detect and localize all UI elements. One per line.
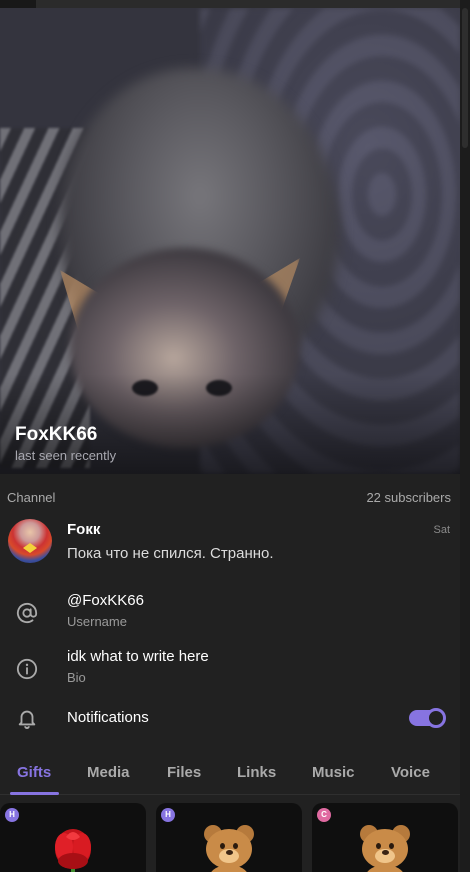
- subscriber-count: 22 subscribers: [366, 490, 451, 505]
- window-corner: [0, 0, 36, 8]
- channel-last-message: Пока что не спился. Странно.: [67, 545, 274, 562]
- bio-label: Bio: [67, 670, 86, 685]
- teddy-bear-icon: [198, 823, 260, 872]
- personal-channel-item[interactable]: Fокк Sat Пока что не спился. Странно.: [0, 512, 460, 574]
- active-tab-indicator: [10, 792, 59, 795]
- toggle-knob: [426, 708, 446, 728]
- gift-badge: H: [5, 808, 19, 822]
- username-row[interactable]: @FoxKK66 Username: [0, 588, 460, 638]
- username-value: @FoxKK66: [67, 592, 144, 609]
- tab-voice[interactable]: Voice: [391, 764, 430, 781]
- tab-music[interactable]: Music: [312, 764, 355, 781]
- at-icon: [16, 602, 38, 624]
- scrollbar[interactable]: [460, 0, 470, 872]
- rose-icon: [55, 829, 91, 872]
- notifications-row[interactable]: Notifications: [0, 697, 460, 739]
- channel-section-label: Channel: [7, 490, 56, 505]
- gift-badge: C: [317, 808, 331, 822]
- gift-card-rose[interactable]: H: [0, 803, 146, 872]
- tab-media[interactable]: Media: [87, 764, 130, 781]
- tab-links[interactable]: Links: [237, 764, 276, 781]
- bell-icon: [18, 710, 36, 729]
- window-top-bar: [0, 0, 470, 8]
- gift-badge: H: [161, 808, 175, 822]
- scrollbar-thumb[interactable]: [462, 8, 468, 148]
- info-icon: [16, 658, 38, 680]
- profile-name: FoxKK66: [15, 424, 98, 445]
- profile-status: last seen recently: [15, 448, 117, 463]
- bio-row[interactable]: idk what to write here Bio: [0, 644, 460, 694]
- notifications-toggle[interactable]: [409, 708, 446, 728]
- notifications-label: Notifications: [67, 709, 149, 726]
- gift-card-teddy-1[interactable]: H: [156, 803, 302, 872]
- gift-card-teddy-2[interactable]: C: [312, 803, 458, 872]
- channel-last-date: Sat: [433, 524, 450, 536]
- tab-gifts[interactable]: Gifts: [17, 764, 51, 781]
- teddy-bear-icon: [354, 823, 416, 872]
- channel-name: Fокк: [67, 521, 101, 538]
- bio-value: idk what to write here: [67, 648, 209, 665]
- tab-files[interactable]: Files: [167, 764, 201, 781]
- shared-media-tabs: Gifts Media Files Links Music Voice: [0, 755, 460, 795]
- profile-cover-photo[interactable]: [0, 8, 460, 474]
- username-label: Username: [67, 614, 127, 629]
- channel-avatar: [8, 519, 52, 563]
